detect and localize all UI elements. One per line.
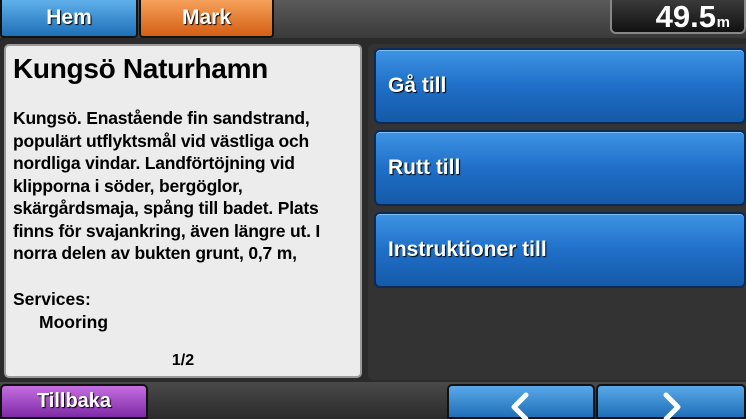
poi-description: Kungsö. Enastående fin sandstrand, popul… [13,108,321,263]
depth-value: 49.5 [655,0,716,34]
services-label: Services: [13,289,91,309]
service-item: Mooring [39,312,109,332]
chevron-right-icon [663,392,681,419]
poi-title: Kungsö Naturhamn [13,53,268,84]
directions-to-button[interactable]: Instruktioner till [374,212,746,288]
mark-tab[interactable]: Mark [139,0,274,38]
poi-info-panel[interactable]: Kungsö Naturhamn Kungsö. Enastående fin … [4,44,362,378]
action-menu: Gå till Rutt till Instruktioner till [368,44,746,380]
go-to-button[interactable]: Gå till [374,48,746,124]
home-tab[interactable]: Hem [0,0,138,38]
previous-page-button[interactable] [447,384,595,419]
back-button[interactable]: Tillbaka [0,384,148,419]
depth-unit: m [716,14,730,31]
page-indicator: 1/2 [171,352,195,369]
next-page-button[interactable] [596,384,746,419]
chevron-left-icon [511,392,529,419]
route-to-button[interactable]: Rutt till [374,130,746,206]
depth-readout[interactable]: 49.5 m [610,0,746,34]
